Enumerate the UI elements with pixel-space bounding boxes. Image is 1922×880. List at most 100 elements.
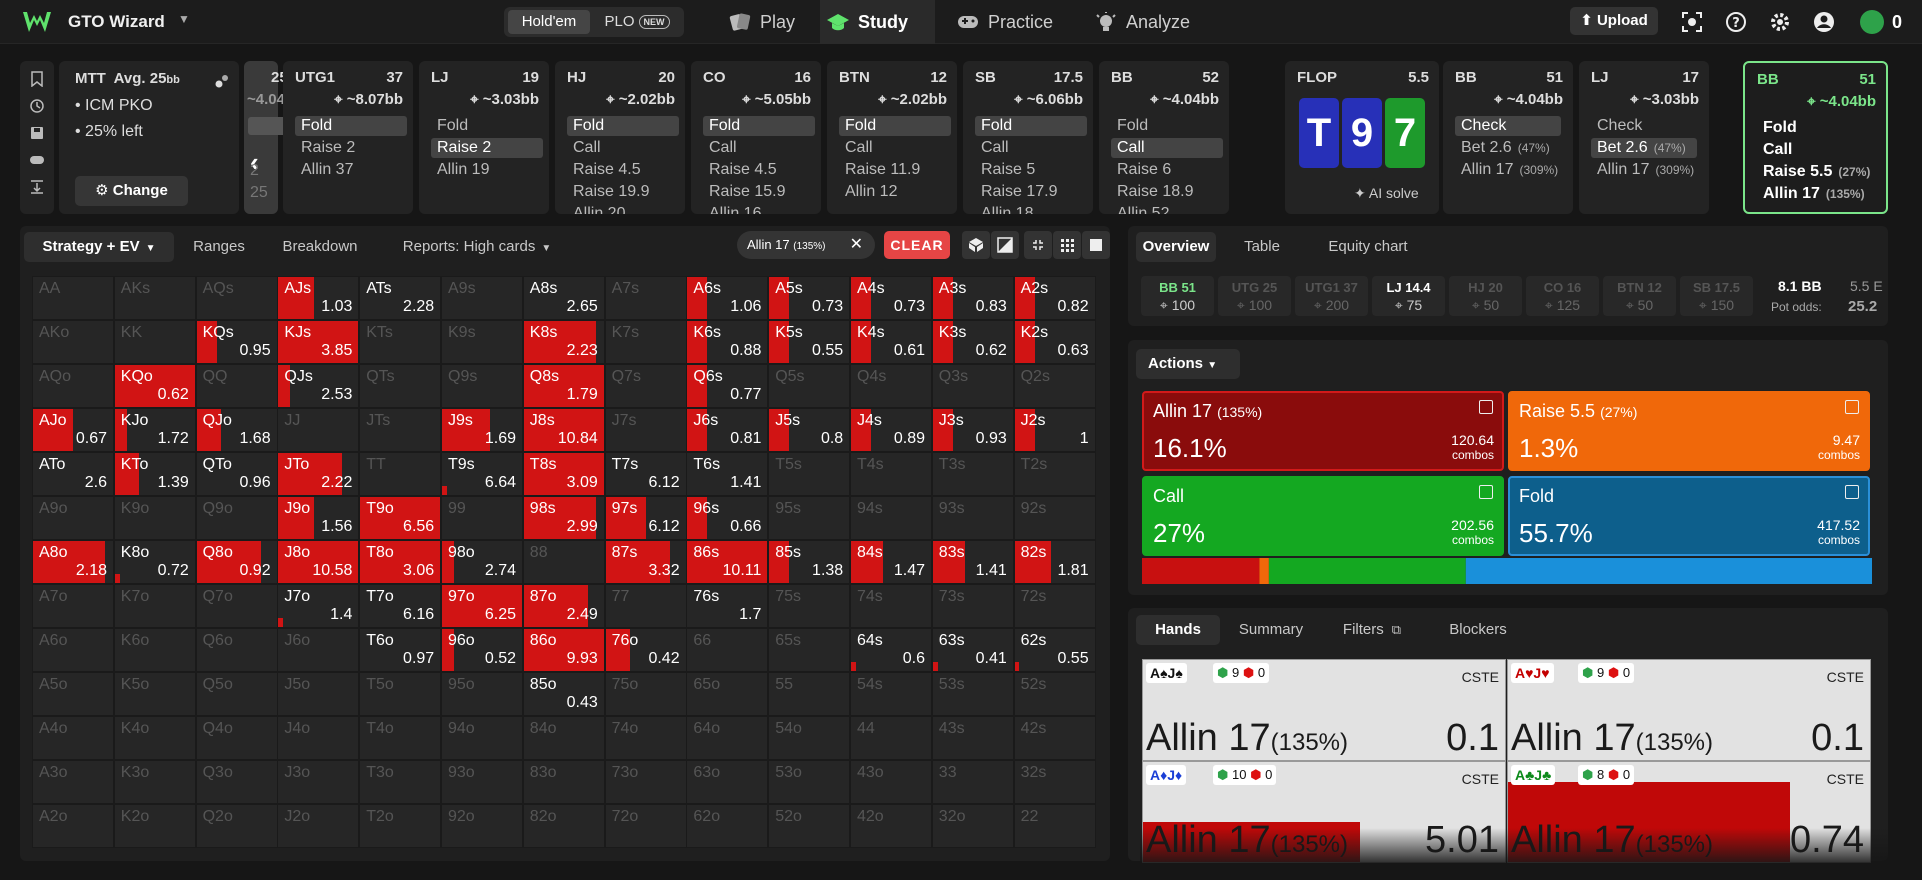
position-column-utg1[interactable]: UTG1 37 ⌖ ~8.07bb Fold Raise 2 Allin 37 xyxy=(283,61,413,214)
hand-cell[interactable]: J8s 10.84 xyxy=(522,408,605,452)
tab-filters[interactable]: Filters ⧉ xyxy=(1322,615,1422,645)
view-3d-icon[interactable] xyxy=(962,231,990,259)
hand-cell[interactable]: A7o xyxy=(32,584,114,628)
hand-cell[interactable]: 66 xyxy=(686,628,769,672)
upload-button[interactable]: ⬆ Upload xyxy=(1570,7,1658,35)
hand-cell[interactable]: 88 xyxy=(522,540,605,584)
hand-cell[interactable]: 72o xyxy=(604,804,687,848)
hand-cell[interactable]: 72s xyxy=(1013,584,1096,628)
hand-cell[interactable]: 92o xyxy=(441,804,523,848)
hand-cell[interactable]: JJ xyxy=(277,408,360,452)
contrast-icon[interactable] xyxy=(991,231,1019,259)
hand-cell[interactable]: Q5s xyxy=(768,364,851,408)
hand-cell[interactable]: AQs xyxy=(195,276,278,320)
position-action[interactable]: Raise 4.5 xyxy=(703,160,815,180)
hand-cell[interactable]: A4o xyxy=(32,716,114,760)
position-action[interactable]: Raise 17.9 xyxy=(975,182,1087,202)
hand-cell[interactable]: 73s xyxy=(931,584,1014,628)
hand-cell[interactable]: AKo xyxy=(32,320,114,364)
hand-cell[interactable]: 43o xyxy=(850,760,932,804)
action-box-call[interactable]: Call 27% 202.56 combos xyxy=(1142,476,1504,556)
hand-cell[interactable]: 63s 0.41 xyxy=(931,628,1014,672)
tab-summary[interactable]: Summary xyxy=(1226,615,1316,645)
copy-icon[interactable]: ⧉ xyxy=(1392,622,1401,637)
position-action[interactable]: Call xyxy=(975,138,1087,158)
hand-cell[interactable]: J6s 0.81 xyxy=(686,408,769,452)
hand-cell[interactable]: 95o xyxy=(441,672,523,716)
action-box-allin[interactable]: Allin 17 (135%) 16.1% 120.64 combos xyxy=(1142,391,1504,471)
hand-card[interactable]: A♠J♠ ⬢ 9 ⬢ 0 CSTE Allin 17(135%) 0.1 xyxy=(1142,659,1506,761)
hand-cell[interactable]: 73o xyxy=(604,760,687,804)
position-action[interactable]: Call xyxy=(1111,138,1223,158)
hand-cell[interactable]: AKs xyxy=(113,276,196,320)
hand-cell[interactable]: 65o xyxy=(686,672,769,716)
hand-cell[interactable]: J5o xyxy=(277,672,360,716)
overview-player[interactable]: CO 16 ⌖ 125 xyxy=(1526,276,1599,316)
position-action[interactable]: Check xyxy=(1591,116,1697,136)
position-column-sb[interactable]: SB 17.5 ⌖ ~6.06bb Fold Call Raise 5 Raise 17.9… xyxy=(963,61,1093,214)
hand-cell[interactable]: J4s 0.89 xyxy=(850,408,932,452)
position-action[interactable]: Fold xyxy=(295,116,407,136)
position-action[interactable]: Allin 20 xyxy=(567,204,679,214)
hand-cell[interactable]: T3s xyxy=(931,452,1014,496)
nav-analyze[interactable]: Analyze xyxy=(1088,0,1218,44)
position-action[interactable]: Fold xyxy=(703,116,815,136)
hand-cell[interactable]: Q4s xyxy=(850,364,932,408)
hand-cell[interactable]: 92s xyxy=(1013,496,1096,540)
hand-cell[interactable]: TT xyxy=(359,452,442,496)
hand-cell[interactable]: 95s xyxy=(768,496,851,540)
hand-cell[interactable]: KQs 0.95 xyxy=(195,320,278,364)
overview-player[interactable]: HJ 20 ⌖ 50 xyxy=(1449,276,1522,316)
coin-icon[interactable] xyxy=(1860,10,1884,34)
hand-cell[interactable]: T2o xyxy=(359,804,442,848)
position-action[interactable]: Raise 5.5 (27%) xyxy=(1757,162,1878,182)
hand-cell[interactable]: T7s 6.12 xyxy=(604,452,687,496)
hand-cell[interactable]: 22 xyxy=(1013,804,1096,848)
hand-cell[interactable]: J5s 0.8 xyxy=(768,408,851,452)
position-action[interactable]: Allin 52 xyxy=(1111,204,1223,214)
hand-cell[interactable]: 76o 0.42 xyxy=(604,628,687,672)
hand-cell[interactable]: 76s 1.7 xyxy=(686,584,769,628)
position-action[interactable]: Fold xyxy=(1757,118,1878,138)
hand-cell[interactable]: 62s 0.55 xyxy=(1013,628,1096,672)
position-action[interactable]: Fold xyxy=(839,116,951,136)
hand-cell[interactable]: QTo 0.96 xyxy=(195,452,278,496)
close-icon[interactable]: ✕ xyxy=(850,231,863,259)
hand-cell[interactable]: K4o xyxy=(113,716,196,760)
save-icon[interactable] xyxy=(29,125,45,141)
hand-cell[interactable]: 82s 1.81 xyxy=(1013,540,1096,584)
hand-cell[interactable]: KK xyxy=(113,320,196,364)
hand-cell[interactable]: 62o xyxy=(686,804,769,848)
hand-cell[interactable]: J2o xyxy=(277,804,360,848)
hand-cell[interactable]: T8s 3.09 xyxy=(522,452,605,496)
hand-cell[interactable]: A8s 2.65 xyxy=(522,276,605,320)
hand-cell[interactable]: Q9s xyxy=(441,364,523,408)
hand-cell[interactable]: KTs xyxy=(359,320,442,364)
hand-cell[interactable]: T3o xyxy=(359,760,442,804)
hand-cell[interactable]: K5s 0.55 xyxy=(768,320,851,364)
overview-player[interactable]: UTG1 37 ⌖ 200 xyxy=(1295,276,1368,316)
position-action[interactable]: Check xyxy=(1455,116,1561,136)
game-option-holdem[interactable]: Hold'em xyxy=(508,10,590,34)
hand-cell[interactable]: QTs xyxy=(359,364,442,408)
history-icon[interactable] xyxy=(29,98,45,114)
hand-cell[interactable]: 64s 0.6 xyxy=(850,628,932,672)
hand-cell[interactable]: 32o xyxy=(931,804,1014,848)
position-column-lj[interactable]: LJ 19 ⌖ ~3.03bb Fold Raise 2 Allin 19 xyxy=(419,61,549,214)
gto-wizard-logo-icon[interactable] xyxy=(22,10,52,34)
hand-cell[interactable]: J2s 1 xyxy=(1013,408,1096,452)
hand-cell[interactable]: K2s 0.63 xyxy=(1013,320,1096,364)
hand-cell[interactable]: Q9o xyxy=(195,496,278,540)
ai-solve-link[interactable]: ✦ AI solve xyxy=(1354,185,1419,202)
hand-cell[interactable]: 97o 6.25 xyxy=(441,584,523,628)
position-action[interactable]: Bet 2.6 (47%) xyxy=(1455,138,1561,158)
screenshot-icon[interactable] xyxy=(1681,11,1703,33)
hand-cell[interactable]: K7s xyxy=(604,320,687,364)
hand-cell[interactable]: Q5o xyxy=(195,672,278,716)
position-action[interactable]: Allin 19 xyxy=(431,160,543,180)
hand-cell[interactable]: AJo 0.67 xyxy=(32,408,114,452)
hand-cell[interactable]: 83o xyxy=(522,760,605,804)
hand-cell[interactable]: Q3o xyxy=(195,760,278,804)
hand-cell[interactable]: A5o xyxy=(32,672,114,716)
hand-cell[interactable]: Q8s 1.79 xyxy=(522,364,605,408)
